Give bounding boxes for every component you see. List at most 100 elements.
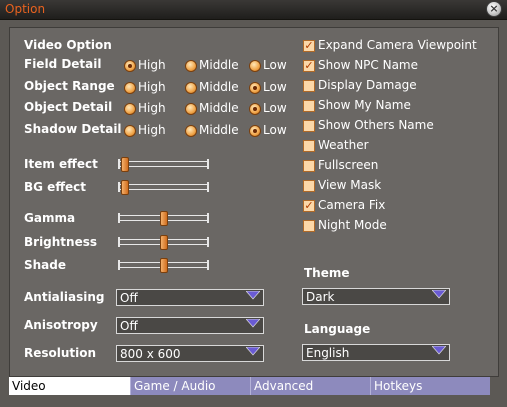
chevron-down-icon: [432, 346, 446, 355]
checkbox-label[interactable]: View Mask: [318, 178, 381, 192]
language-select[interactable]: English: [302, 344, 450, 361]
radio-option-label: High: [138, 58, 166, 72]
radio-low[interactable]: [249, 103, 261, 115]
radio-low[interactable]: [249, 82, 261, 94]
radio-high[interactable]: [124, 60, 136, 72]
slider-label: Brightness: [24, 235, 98, 249]
radio-option-label: High: [138, 80, 166, 94]
window-title: Option: [5, 2, 46, 16]
radio-middle[interactable]: [185, 82, 197, 94]
option-window: Option × Video Option Field Detail High Mi…: [0, 0, 507, 407]
checkbox-label[interactable]: Display Damage: [318, 78, 417, 92]
radio-option-label: Middle: [199, 58, 239, 72]
checkbox-label[interactable]: Expand Camera Viewpoint: [318, 38, 477, 52]
slider-label: Item effect: [24, 157, 98, 171]
radio-high[interactable]: [124, 103, 136, 115]
chevron-down-icon: [246, 291, 260, 300]
tab-video[interactable]: Video: [9, 377, 130, 395]
radio-row-label: Shadow Detail: [24, 122, 122, 136]
resolution-select[interactable]: 800 x 600: [116, 345, 264, 362]
radio-option-label: Middle: [199, 101, 239, 115]
antialiasing-label: Antialiasing: [24, 290, 105, 304]
radio-row-label: Object Detail: [24, 100, 113, 114]
slider-end-cap: [118, 260, 120, 270]
radio-option-label: High: [138, 123, 166, 137]
language-label: Language: [304, 322, 371, 336]
checkbox-label[interactable]: Show NPC Name: [318, 58, 418, 72]
chevron-down-icon: [432, 290, 446, 299]
tab-hotkeys[interactable]: Hotkeys: [371, 377, 490, 395]
checkbox[interactable]: ✓: [303, 60, 315, 72]
radio-option-label: Low: [263, 123, 287, 137]
slider-thumb[interactable]: [159, 235, 168, 250]
checkbox[interactable]: [303, 220, 315, 232]
checkbox[interactable]: [303, 160, 315, 172]
slider-track[interactable]: [119, 184, 208, 190]
slider-thumb[interactable]: [159, 211, 168, 226]
title-bar[interactable]: Option ×: [0, 0, 507, 20]
theme-value: Dark: [306, 290, 335, 304]
slider-track[interactable]: [119, 161, 208, 167]
checkbox-label[interactable]: Night Mode: [318, 218, 387, 232]
slider-end-cap: [118, 237, 120, 247]
radio-option-label: Low: [263, 101, 287, 115]
radio-high[interactable]: [124, 125, 136, 137]
tab-advanced[interactable]: Advanced: [251, 377, 370, 395]
checkbox[interactable]: [303, 80, 315, 92]
anisotropy-label: Anisotropy: [24, 318, 98, 332]
checkbox-label[interactable]: Weather: [318, 138, 369, 152]
slider-end-cap: [207, 260, 209, 270]
checkbox[interactable]: ✓: [303, 40, 315, 52]
checkbox[interactable]: [303, 120, 315, 132]
slider-label: Shade: [24, 258, 67, 272]
slider-end-cap: [118, 213, 120, 223]
slider-label: Gamma: [24, 211, 76, 225]
resolution-label: Resolution: [24, 346, 97, 360]
theme-label: Theme: [304, 266, 350, 280]
antialiasing-select[interactable]: Off: [116, 289, 264, 306]
slider-label: BG effect: [24, 180, 87, 194]
radio-row-label: Field Detail: [24, 57, 102, 71]
slider-end-cap: [207, 159, 209, 169]
anisotropy-value: Off: [120, 319, 138, 333]
tab-bar: Video Game / Audio Advanced Hotkeys: [9, 377, 490, 395]
checkbox-label[interactable]: Fullscreen: [318, 158, 378, 172]
radio-low[interactable]: [249, 60, 261, 72]
tab-game-audio[interactable]: Game / Audio: [131, 377, 250, 395]
radio-option-label: Low: [263, 58, 287, 72]
checkbox[interactable]: [303, 100, 315, 112]
language-value: English: [306, 346, 350, 360]
radio-middle[interactable]: [185, 125, 197, 137]
slider-end-cap: [207, 182, 209, 192]
slider-end-cap: [118, 182, 120, 192]
antialiasing-value: Off: [120, 291, 138, 305]
chevron-down-icon: [246, 319, 260, 328]
slider-end-cap: [207, 213, 209, 223]
slider-thumb[interactable]: [159, 258, 168, 273]
radio-option-label: Middle: [199, 80, 239, 94]
radio-option-label: Middle: [199, 123, 239, 137]
slider-end-cap: [207, 237, 209, 247]
video-option-heading: Video Option: [24, 38, 112, 52]
checkbox-label[interactable]: Show Others Name: [318, 118, 434, 132]
chevron-down-icon: [246, 347, 260, 356]
radio-middle[interactable]: [185, 60, 197, 72]
radio-row-label: Object Range: [24, 79, 115, 93]
theme-select[interactable]: Dark: [302, 288, 450, 305]
radio-high[interactable]: [124, 82, 136, 94]
checkbox[interactable]: ✓: [303, 200, 315, 212]
radio-option-label: Low: [263, 80, 287, 94]
checkbox[interactable]: [303, 180, 315, 192]
resolution-value: 800 x 600: [120, 347, 181, 361]
anisotropy-select[interactable]: Off: [116, 317, 264, 334]
close-icon[interactable]: ×: [486, 1, 502, 17]
radio-middle[interactable]: [185, 103, 197, 115]
slider-end-cap: [118, 159, 120, 169]
checkbox-label[interactable]: Show My Name: [318, 98, 411, 112]
checkbox-label[interactable]: Camera Fix: [318, 198, 385, 212]
slider-thumb[interactable]: [121, 180, 129, 195]
slider-thumb[interactable]: [121, 157, 129, 172]
radio-option-label: High: [138, 101, 166, 115]
radio-low[interactable]: [249, 125, 261, 137]
checkbox[interactable]: [303, 140, 315, 152]
